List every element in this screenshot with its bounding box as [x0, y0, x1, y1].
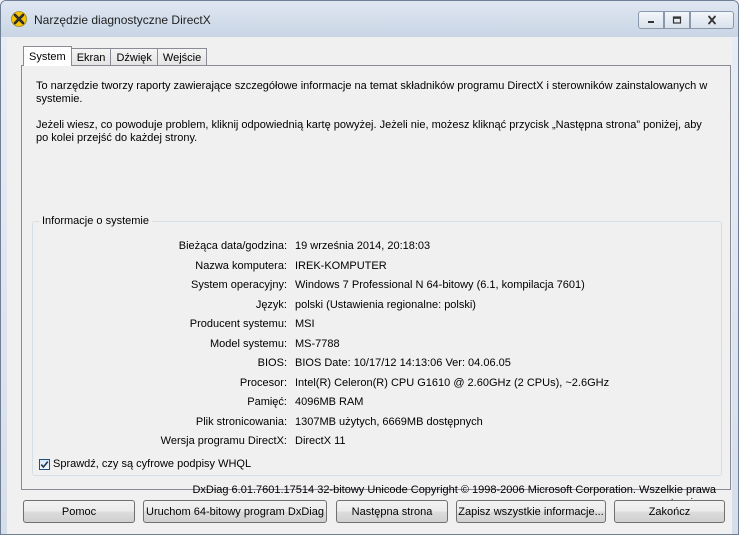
dxdiag-window: Narzędzie diagnostyczne DirectX System E… [0, 0, 739, 535]
info-value: 19 września 2014, 20:18:03 [295, 240, 431, 252]
info-label: Model systemu: [209, 337, 287, 350]
info-value: MSI [295, 318, 315, 330]
maximize-icon [672, 16, 682, 24]
maximize-button[interactable] [664, 11, 690, 29]
group-title: Informacje o systemie [39, 215, 152, 227]
info-row-manufacturer: Producent systemu: MSI [33, 318, 723, 334]
minimize-icon [648, 21, 654, 23]
info-row-model: Model systemu: MS-7788 [33, 338, 723, 354]
intro-text: To narzędzie tworzy raporty zawierające … [36, 80, 716, 158]
window-title: Narzędzie diagnostyczne DirectX [34, 13, 211, 27]
info-label: Nazwa komputera: [195, 259, 287, 272]
save-all-info-button[interactable]: Zapisz wszystkie informacje... [456, 500, 606, 523]
minimize-button[interactable] [638, 11, 664, 29]
info-value: MS-7788 [295, 337, 340, 350]
info-row-bios: BIOS: BIOS Date: 10/17/12 14:13:06 Ver: … [33, 357, 723, 373]
info-value: IREK-KOMPUTER [295, 259, 387, 272]
info-value: polski (Ustawienia regionalne: polski) [295, 298, 476, 311]
button-bar: Pomoc Uruchom 64-bitowy program DxDiag N… [23, 500, 725, 524]
system-tab-panel: To narzędzie tworzy raporty zawierające … [21, 65, 731, 509]
title-bar[interactable]: Narzędzie diagnostyczne DirectX [1, 1, 738, 37]
info-row-memory: Pamięć: 4096MB RAM [33, 396, 723, 412]
whql-checkbox-row[interactable]: Sprawdź, czy są cyfrowe podpisy WHQL [39, 458, 251, 470]
info-row-language: Język: polski (Ustawienia regionalne: po… [33, 299, 723, 315]
tab-system[interactable]: System [23, 46, 72, 66]
info-row-computer-name: Nazwa komputera: IREK-KOMPUTER [33, 260, 723, 276]
caption-buttons [638, 11, 734, 29]
close-button[interactable] [690, 11, 734, 29]
tab-wejscie[interactable]: Wejście [156, 48, 208, 66]
run-64bit-dxdiag-button[interactable]: Uruchom 64-bitowy program DxDiag [143, 500, 327, 523]
tab-ekran[interactable]: Ekran [70, 48, 112, 66]
info-row-pagefile: Plik stronicowania: 1307MB użytych, 6669… [33, 416, 723, 432]
directx-icon [11, 11, 27, 27]
info-label: Wersja programu DirectX: [160, 435, 287, 447]
checkmark-icon [40, 460, 49, 468]
info-value: BIOS Date: 10/17/12 14:13:06 Ver: 04.06.… [295, 357, 511, 369]
info-label: Bieżąca data/godzina: [178, 240, 287, 252]
help-button[interactable]: Pomoc [23, 500, 135, 523]
info-label: Producent systemu: [189, 318, 287, 330]
info-value: DirectX 11 [295, 435, 346, 447]
info-value: 1307MB użytych, 6669MB dostępnych [295, 415, 483, 428]
whql-checkbox-label[interactable]: Sprawdź, czy są cyfrowe podpisy WHQL [53, 458, 251, 470]
intro-paragraph-2: Jeżeli wiesz, co powoduje problem, klikn… [36, 119, 702, 144]
info-label: Plik stronicowania: [195, 415, 287, 428]
info-label: System operacyjny: [191, 279, 287, 291]
info-row-processor: Procesor: Intel(R) Celeron(R) CPU G1610 … [33, 377, 723, 393]
info-row-os: System operacyjny: Windows 7 Professiona… [33, 279, 723, 295]
info-value: Windows 7 Professional N 64-bitowy (6.1,… [295, 279, 585, 291]
info-label: Procesor: [239, 376, 287, 389]
info-label: Pamięć: [247, 396, 287, 408]
info-label: BIOS: [257, 357, 287, 369]
whql-checkbox[interactable] [39, 458, 50, 470]
system-info-group: Informacje o systemie Bieżąca data/godzi… [32, 215, 723, 476]
next-page-button[interactable]: Następna strona [336, 500, 448, 523]
info-value: Intel(R) Celeron(R) CPU G1610 @ 2.60GHz … [295, 376, 610, 389]
tab-strip: System Ekran Dźwięk Wejście [23, 46, 208, 66]
exit-button[interactable]: Zakończ [614, 500, 725, 523]
client-area: System Ekran Dźwięk Wejście To narzędzie… [7, 37, 732, 534]
close-icon [708, 15, 716, 25]
info-row-datetime: Bieżąca data/godzina: 19 września 2014, … [33, 240, 723, 256]
info-row-directx-version: Wersja programu DirectX: DirectX 11 [33, 435, 723, 451]
info-value: 4096MB RAM [295, 396, 364, 408]
intro-paragraph-1: To narzędzie tworzy raporty zawierające … [36, 80, 708, 105]
info-label: Język: [255, 298, 287, 311]
tab-dzwiek[interactable]: Dźwięk [110, 48, 158, 66]
